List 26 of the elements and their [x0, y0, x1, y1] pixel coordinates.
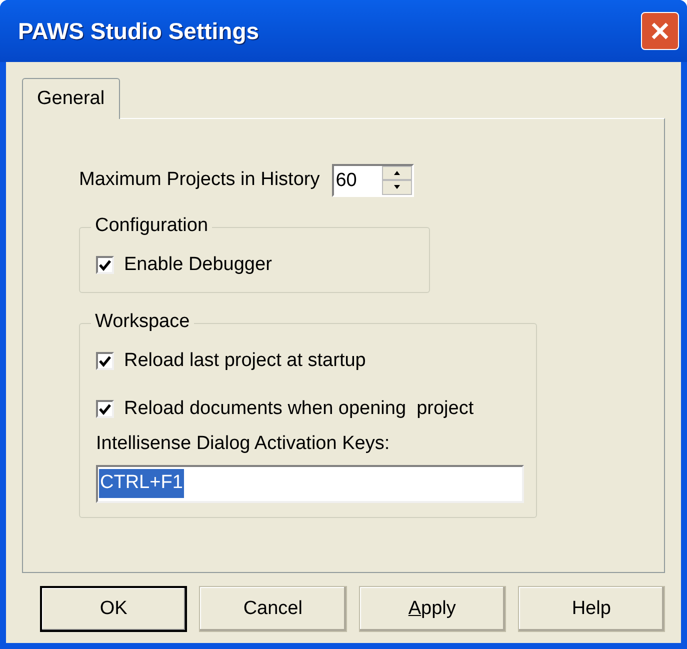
field-value: CTRL+F1	[99, 469, 184, 498]
window-title: PAWS Studio Settings	[18, 16, 260, 46]
close-button[interactable]	[641, 12, 679, 50]
up-arrow-icon	[394, 170, 400, 174]
dialog-button[interactable]: Apply	[358, 586, 506, 632]
group-title: Workspace	[91, 311, 194, 333]
dialog-button[interactable]: OK	[40, 586, 188, 632]
group-title: Configuration	[91, 215, 212, 237]
checkbox[interactable]	[96, 256, 114, 274]
checkbox-label: Reload last project at startup	[124, 348, 366, 373]
input-field[interactable]: CTRL+F1	[96, 464, 524, 502]
close-icon	[650, 21, 670, 41]
checkbox[interactable]	[96, 400, 114, 418]
spin-field[interactable]: 60	[332, 164, 414, 196]
checkbox-label: Reload documents when opening project	[124, 396, 474, 421]
checkbox[interactable]	[96, 352, 114, 370]
tab[interactable]: General	[22, 78, 120, 119]
checkbox-label: Enable Debugger	[124, 252, 272, 277]
spin-down-button[interactable]	[382, 180, 412, 194]
dialog-button[interactable]: Cancel	[199, 586, 347, 632]
spin-up-button[interactable]	[382, 166, 412, 180]
down-arrow-icon	[394, 185, 400, 189]
spin-value: 60	[334, 170, 358, 190]
max-projects-label: Maximum Projects in History	[79, 168, 320, 192]
field-label: Intellisense Dialog Activation Keys:	[96, 432, 391, 456]
dialog-button[interactable]: Help	[518, 586, 665, 632]
